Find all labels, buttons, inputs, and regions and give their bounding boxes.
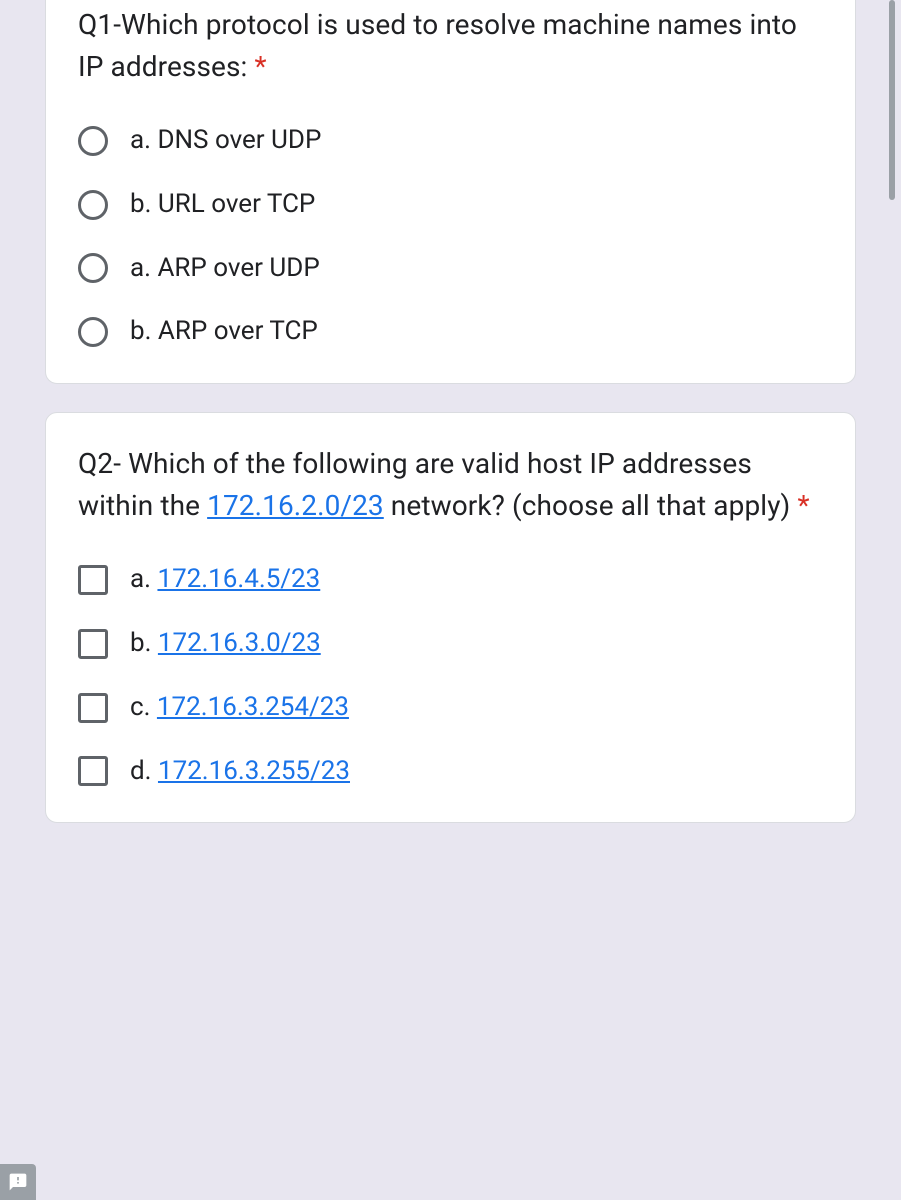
option-link[interactable]: 172.16.3.255/23: [158, 756, 350, 786]
radio-icon: [78, 253, 108, 283]
question-title-q1: Q1-Which protocol is used to resolve mac…: [78, 4, 823, 88]
question-text-post: network? (choose all that apply): [384, 489, 798, 522]
option-prefix: d.: [130, 756, 158, 786]
option-label: b. ARP over TCP: [130, 315, 318, 349]
checkbox-icon: [78, 565, 108, 595]
radio-icon: [78, 190, 108, 220]
question-title-q2: Q2- Which of the following are valid hos…: [78, 443, 823, 527]
scrollbar[interactable]: [889, 0, 895, 200]
question-link[interactable]: 172.16.2.0/23: [207, 489, 384, 522]
checkbox-icon: [78, 629, 108, 659]
report-icon: [8, 1172, 28, 1192]
option-prefix: c.: [130, 692, 157, 722]
option-link[interactable]: 172.16.3.0/23: [158, 628, 321, 658]
checkbox-option[interactable]: d. 172.16.3.255/23: [78, 755, 823, 789]
required-mark: *: [797, 489, 809, 522]
radio-option[interactable]: a. ARP over UDP: [78, 252, 823, 286]
radio-option[interactable]: b. URL over TCP: [78, 188, 823, 222]
question-card-q2: Q2- Which of the following are valid hos…: [45, 412, 856, 823]
checkbox-option[interactable]: b. 172.16.3.0/23: [78, 627, 823, 661]
option-label: b. URL over TCP: [130, 188, 315, 222]
option-prefix: a.: [130, 564, 157, 594]
radio-option[interactable]: a. DNS over UDP: [78, 124, 823, 158]
option-link[interactable]: 172.16.3.254/23: [157, 692, 349, 722]
checkbox-icon: [78, 756, 108, 786]
option-link[interactable]: 172.16.4.5/23: [157, 564, 320, 594]
option-label: a. 172.16.4.5/23: [130, 563, 320, 597]
checkbox-option[interactable]: c. 172.16.3.254/23: [78, 691, 823, 725]
form-container: Q1-Which protocol is used to resolve mac…: [0, 0, 901, 823]
option-label: b. 172.16.3.0/23: [130, 627, 321, 661]
option-prefix: b.: [130, 628, 158, 658]
question-text: Q1-Which protocol is used to resolve mac…: [78, 8, 797, 83]
checkbox-option[interactable]: a. 172.16.4.5/23: [78, 563, 823, 597]
radio-icon: [78, 317, 108, 347]
option-label: c. 172.16.3.254/23: [130, 691, 349, 725]
question-card-q1: Q1-Which protocol is used to resolve mac…: [45, 0, 856, 384]
report-problem-button[interactable]: [0, 1164, 36, 1200]
option-label: a. ARP over UDP: [130, 252, 320, 286]
required-mark: *: [254, 50, 266, 83]
option-label: d. 172.16.3.255/23: [130, 755, 350, 789]
radio-option[interactable]: b. ARP over TCP: [78, 315, 823, 349]
option-label: a. DNS over UDP: [130, 124, 321, 158]
radio-icon: [78, 126, 108, 156]
checkbox-icon: [78, 693, 108, 723]
